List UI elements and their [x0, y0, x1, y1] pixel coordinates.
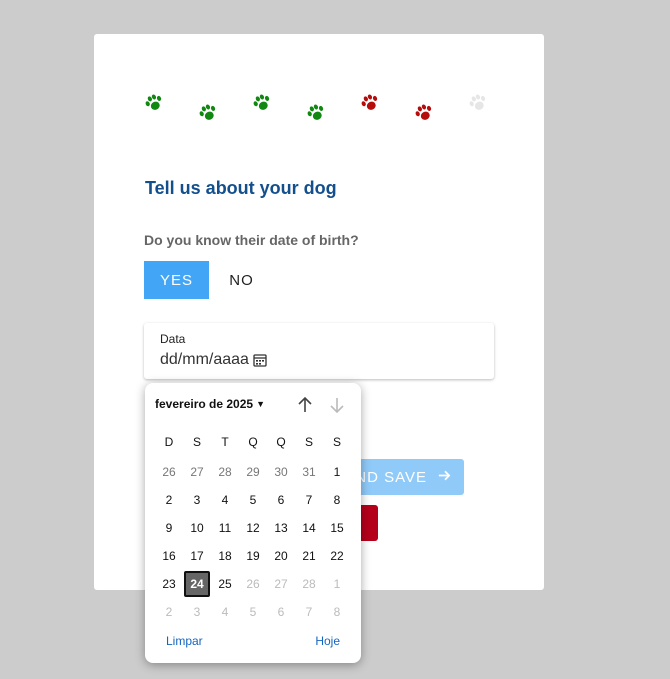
previous-month-arrow-icon[interactable] — [295, 395, 315, 415]
weekday-header: DSTQQSS — [155, 435, 351, 449]
calendar-day[interactable]: 29 — [239, 458, 267, 486]
calendar-day[interactable]: 10 — [183, 514, 211, 542]
arrow-right-icon — [437, 468, 452, 487]
weekday-label: Q — [248, 435, 258, 449]
dob-known-toggle: YES NO — [144, 261, 274, 299]
weekday-label: S — [192, 435, 201, 449]
weekday-label: S — [332, 435, 341, 449]
calendar-day[interactable]: 19 — [239, 542, 267, 570]
paw-icon — [359, 92, 381, 114]
caret-down-icon: ▼ — [256, 399, 265, 409]
calendar-day: 6 — [277, 605, 285, 619]
calendar-day-selected[interactable]: 24 — [184, 571, 210, 597]
calendar-day[interactable]: 12 — [239, 514, 267, 542]
calendar-day[interactable]: 1 — [323, 458, 351, 486]
calendar-day[interactable]: 4 — [211, 486, 239, 514]
weekday-label: D — [164, 435, 174, 449]
paw-icon — [413, 102, 435, 124]
next-month-arrow-icon[interactable] — [327, 395, 347, 415]
calendar-day: 1 — [333, 577, 341, 591]
today-button[interactable]: Hoje — [315, 634, 340, 648]
calendar-day[interactable]: 15 — [323, 514, 351, 542]
clear-button[interactable]: Limpar — [166, 634, 203, 648]
calendar-day: 28 — [302, 577, 316, 591]
calendar-day[interactable]: 14 — [295, 514, 323, 542]
month-year-selector[interactable]: fevereiro de 2025 ▼ — [155, 397, 265, 411]
calendar-day: 7 — [305, 605, 313, 619]
calendar-day[interactable]: 26 — [155, 458, 183, 486]
calendar-day: 8 — [333, 605, 341, 619]
paw-icon — [467, 92, 489, 114]
month-year-label: fevereiro de 2025 — [155, 397, 254, 411]
calendar-day: 27 — [274, 577, 288, 591]
paw-icon — [305, 102, 327, 124]
calendar-day: 3 — [193, 605, 201, 619]
calendar-day[interactable]: 30 — [267, 458, 295, 486]
calendar-day[interactable]: 23 — [155, 570, 183, 598]
calendar-day[interactable]: 16 — [155, 542, 183, 570]
no-button[interactable]: NO — [209, 261, 274, 299]
paw-icon — [197, 102, 219, 124]
calendar-day[interactable]: 7 — [295, 486, 323, 514]
calendar-day[interactable]: 8 — [323, 486, 351, 514]
date-placeholder: dd/mm/aaaa — [160, 351, 249, 368]
calendar-day[interactable]: 22 — [323, 542, 351, 570]
calendar-day[interactable]: 9 — [155, 514, 183, 542]
calendar-day: 5 — [249, 605, 257, 619]
calendar-day[interactable]: 28 — [211, 458, 239, 486]
calendar-day: 26 — [246, 577, 260, 591]
date-picker-popup: fevereiro de 2025 ▼ DSTQQSS 26 27 28 29 30 31… — [145, 383, 361, 663]
paw-icon — [251, 92, 273, 114]
dob-question: Do you know their date of birth? — [144, 232, 359, 248]
progress-paws — [143, 92, 503, 132]
calendar-day[interactable]: 31 — [295, 458, 323, 486]
page-title: Tell us about your dog — [145, 178, 337, 198]
paw-icon — [143, 92, 165, 114]
calendar-day[interactable]: 6 — [267, 486, 295, 514]
calendar-day[interactable]: 20 — [267, 542, 295, 570]
date-field-label: Data — [160, 332, 186, 346]
calendar-day[interactable]: 17 — [183, 542, 211, 570]
calendar-day[interactable]: 18 — [211, 542, 239, 570]
calendar-day[interactable]: 5 — [239, 486, 267, 514]
weekday-label: T — [221, 435, 229, 449]
calendar-day[interactable]: 25 — [211, 570, 239, 598]
calendar-day[interactable]: 21 — [295, 542, 323, 570]
weekday-label: S — [304, 435, 313, 449]
save-button-label: ND SAVE — [355, 468, 427, 486]
yes-button[interactable]: YES — [144, 261, 209, 299]
calendar-day[interactable]: 2 — [155, 486, 183, 514]
calendar-day[interactable]: 27 — [183, 458, 211, 486]
calendar-day[interactable]: 11 — [211, 514, 239, 542]
calendar-icon[interactable] — [253, 353, 267, 367]
date-of-birth-field[interactable]: Data dd/mm/aaaa — [144, 323, 494, 379]
calendar-day[interactable]: 13 — [267, 514, 295, 542]
calendar-grid: 26 27 28 29 30 31 1 2 3 4 5 6 7 8 9 10 11 12 13 14 15 16 17 18 1… — [155, 458, 351, 626]
calendar-day: 4 — [221, 605, 229, 619]
date-input[interactable]: dd/mm/aaaa — [160, 351, 267, 369]
calendar-day: 2 — [165, 605, 173, 619]
weekday-label: Q — [276, 435, 286, 449]
calendar-day[interactable]: 3 — [183, 486, 211, 514]
